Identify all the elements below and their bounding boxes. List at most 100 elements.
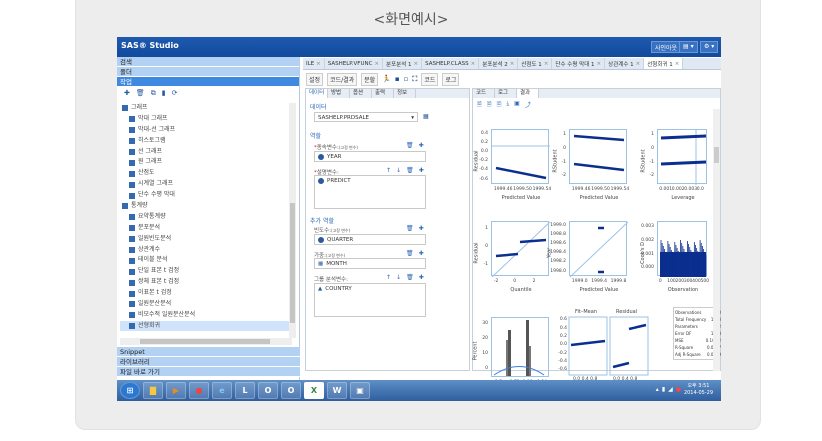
split-tab-button[interactable]: 분할 [361, 72, 379, 86]
tree-item[interactable]: 요약통계량 [120, 212, 292, 223]
close-icon[interactable]: × [374, 61, 379, 67]
roles-section-heading[interactable]: 역할 [310, 131, 321, 140]
accordion-tasks[interactable]: 작업 [117, 77, 299, 87]
tree-item[interactable]: 단일 표본 t 검정 [120, 266, 292, 277]
run-icon[interactable]: 🏃 [382, 75, 391, 83]
group-variable-box[interactable]: ▲ COUNTRY [314, 283, 426, 317]
editor-tab[interactable]: 선형회귀 1 × [644, 58, 684, 69]
tab-results[interactable]: 결과 [517, 89, 539, 98]
move-down-icon[interactable]: ↓ [396, 274, 401, 281]
tree-item[interactable]: 막대 그래프 [120, 114, 292, 125]
tab-log[interactable]: 로그 [495, 89, 517, 98]
tray-arrow-icon[interactable]: ▴ [656, 386, 659, 393]
subtab-method[interactable]: 방법 [328, 89, 350, 98]
accordion-snippets[interactable]: Snippet [117, 347, 300, 357]
close-icon[interactable]: × [471, 61, 476, 67]
delete-icon[interactable]: 🗑 [406, 225, 414, 232]
results-scrollbar[interactable] [713, 109, 720, 371]
subtab-options[interactable]: 옵션 [350, 89, 372, 98]
collapse-icon[interactable]: ▮ [162, 89, 166, 97]
battery-icon[interactable]: ▮ [662, 386, 665, 393]
tree-item[interactable]: 막대-선 그래프 [120, 125, 292, 136]
print-icon[interactable]: ▣ [514, 100, 520, 107]
tree-item[interactable]: 일원빈도분석 [120, 234, 292, 245]
media-player-icon[interactable]: ▶ [166, 382, 186, 399]
code-button[interactable]: 코드 [421, 72, 439, 86]
tree-group[interactable]: 그래프 [120, 103, 292, 114]
editor-tab[interactable]: SASHELP.CLASS × [422, 58, 480, 69]
tree-item[interactable]: 원 그래프 [120, 157, 292, 168]
subtab-data[interactable]: 데이터 [306, 89, 328, 98]
network-icon[interactable]: ◢ [668, 386, 673, 393]
new-task-icon[interactable]: ✚ [124, 89, 130, 97]
tree-item[interactable]: 시계열 그래프 [120, 179, 292, 190]
settings-button[interactable]: ⚙ ▾ [700, 41, 719, 53]
frequency-variable-box[interactable]: QUARTER [314, 234, 426, 245]
pdf-download-icon[interactable]: 🗎 [487, 100, 492, 108]
delete-icon[interactable]: 🗑 [406, 142, 414, 149]
dependent-variable-box[interactable]: YEAR [314, 151, 426, 162]
accordion-file-shortcuts[interactable]: 파일 바로 가기 [117, 367, 300, 377]
maximize-icon[interactable]: ⛶ [412, 75, 417, 84]
move-up-icon[interactable]: ↑ [386, 274, 391, 281]
additional-roles-heading[interactable]: 추가 역할 [310, 216, 334, 225]
menu-button[interactable]: ▤ ▾ [679, 41, 698, 53]
virtual-machine-icon[interactable]: ▣ [350, 382, 370, 399]
refresh-icon[interactable]: ⟳ [172, 89, 178, 97]
outlook-icon[interactable]: O [258, 382, 278, 399]
delete-icon[interactable]: 🗑 [406, 167, 414, 174]
explorer-icon[interactable]: ▇ [143, 382, 163, 399]
rtf-download-icon[interactable]: 🗎 [497, 100, 502, 108]
delete-icon[interactable]: 🗑 [136, 89, 145, 97]
editor-tab[interactable]: 상관계수 1 × [605, 58, 645, 69]
add-icon[interactable]: ✚ [419, 142, 424, 149]
table-icon[interactable]: ▦ [423, 113, 429, 120]
editor-tab[interactable]: 분포분석 2 × [479, 58, 519, 69]
close-icon[interactable]: × [636, 61, 641, 67]
settings-tab-button[interactable]: 설정 [306, 72, 324, 86]
add-icon[interactable]: ✚ [419, 250, 424, 257]
editor-tab[interactable]: 산점도 1 × [518, 58, 553, 69]
tree-horizontal-scrollbar[interactable] [120, 338, 292, 345]
accordion-libraries[interactable]: 라이브러리 [117, 357, 300, 367]
move-up-icon[interactable]: ↑ [386, 167, 391, 174]
tree-item[interactable]: 일원분산분석 [120, 299, 292, 310]
tree-group[interactable]: 통계량 [120, 201, 292, 212]
tree-item[interactable]: 산점도 [120, 168, 292, 179]
volume-icon[interactable]: ● [676, 386, 681, 393]
move-down-icon[interactable]: ↓ [396, 167, 401, 174]
subtab-info[interactable]: 정보 [394, 89, 416, 98]
data-section-heading[interactable]: 데이터 [310, 102, 327, 111]
save-as-icon[interactable]: ▫ [404, 75, 409, 83]
delete-icon[interactable]: 🗑 [406, 274, 414, 281]
close-icon[interactable]: × [675, 61, 680, 67]
start-button[interactable]: ⊞ [120, 382, 140, 399]
accordion-search[interactable]: 검색 [117, 57, 299, 67]
close-icon[interactable]: × [544, 61, 549, 67]
tree-item[interactable]: 분포분석 [120, 223, 292, 234]
subtab-output[interactable]: 출력 [372, 89, 394, 98]
tree-item[interactable]: 비모수적 일원분산분석 [120, 310, 292, 321]
signout-button[interactable]: 사인아웃 [651, 41, 682, 53]
properties-icon[interactable]: ⧉ [151, 89, 156, 97]
close-icon[interactable]: × [414, 61, 419, 67]
code-result-tab-button[interactable]: 코드/결과 [327, 72, 358, 86]
save-icon[interactable]: ▪ [395, 75, 400, 83]
editor-tab[interactable]: 분포분석 1 × [383, 58, 423, 69]
tree-item[interactable]: 단수 수평 막대 [120, 190, 292, 201]
add-icon[interactable]: ✚ [419, 225, 424, 232]
share-icon[interactable]: ⤴ [525, 100, 531, 109]
tree-item[interactable]: 테이블 분석 [120, 255, 292, 266]
explanatory-variable-box[interactable]: PREDICT [314, 175, 426, 209]
tree-item[interactable]: 쌍체 표본 t 검정 [120, 277, 292, 288]
internet-explorer-icon[interactable]: e [212, 382, 232, 399]
outlook-icon-2[interactable]: O [281, 382, 301, 399]
close-icon[interactable]: × [316, 61, 321, 67]
excel-icon[interactable]: X [304, 382, 324, 399]
download-icon[interactable]: ⤓ [506, 100, 509, 107]
chrome-icon[interactable]: ● [189, 382, 209, 399]
html-download-icon[interactable]: 🗎 [477, 100, 482, 108]
delete-icon[interactable]: 🗑 [406, 250, 414, 257]
tree-item[interactable]: 상관계수 [120, 245, 292, 256]
add-icon[interactable]: ✚ [419, 274, 424, 281]
